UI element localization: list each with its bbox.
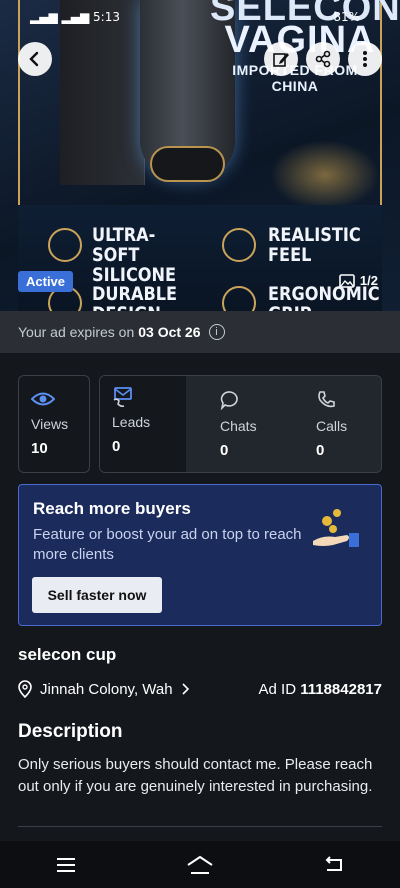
phone-icon: [318, 391, 335, 408]
feature-ultra-soft: ULTRA-SOFT SILICONE: [92, 224, 177, 286]
stat-calls-label: Calls: [316, 418, 348, 434]
expiry-date: 03 Oct 26: [138, 324, 201, 340]
edit-button[interactable]: [264, 42, 298, 76]
image-counter: 1/2: [339, 273, 378, 288]
hero-glow: [270, 140, 380, 210]
realistic-feature-icon: [222, 228, 256, 262]
recent-apps-icon[interactable]: [55, 857, 77, 873]
divider: [18, 826, 382, 827]
stat-views-label: Views: [31, 416, 69, 432]
stat-chats-value: 0: [220, 442, 229, 459]
promo-card: Reach more buyers Feature or boost your …: [18, 484, 382, 626]
stat-calls-value: 0: [316, 442, 325, 459]
feature-ergonomic: ERGONOMIC GRIP: [268, 283, 380, 311]
status-time: 5:13: [93, 10, 120, 24]
ad-image-carousel[interactable]: SELECON VAGINA IMPORTED FROM CHINA ULTRA…: [0, 0, 400, 311]
feature-realistic: REALISTIC FEEL: [268, 224, 361, 266]
ad-id-value: 1118842817: [300, 681, 382, 698]
stat-group: Leads 0 Chats 0 Calls 0: [99, 375, 382, 473]
stat-chats[interactable]: Chats 0: [186, 376, 280, 472]
status-battery: 81%: [333, 10, 360, 24]
chevron-left-icon: [29, 51, 39, 67]
share-icon: [315, 50, 331, 68]
status-badge: Active: [18, 271, 74, 292]
location-pin-icon: [18, 680, 32, 698]
share-button[interactable]: [306, 42, 340, 76]
image-icon: [339, 273, 355, 288]
eye-icon: [31, 392, 55, 406]
more-options-button[interactable]: [348, 42, 382, 76]
product-device-cap: [150, 146, 225, 182]
feature-durable: DURABLE DESIGN: [92, 283, 178, 311]
back-button[interactable]: [18, 42, 52, 76]
ad-location[interactable]: Jinnah Colony, Wah: [18, 680, 189, 698]
ad-expiry-bar: Your ad expires on 03 Oct 26 i: [0, 311, 400, 353]
coins-hand-icon: [313, 509, 359, 547]
leads-icon: [113, 387, 132, 408]
stat-chats-label: Chats: [220, 418, 257, 434]
stat-leads-label: Leads: [112, 414, 151, 430]
ad-id-label: Ad ID: [258, 681, 297, 698]
more-vertical-icon: [363, 51, 367, 67]
status-bar-left: ▂▄▆ ▂▄▆ 5:13: [30, 10, 120, 24]
stat-leads-value: 0: [112, 438, 121, 455]
location-text: Jinnah Colony, Wah: [40, 680, 173, 698]
home-icon[interactable]: [186, 855, 214, 875]
chat-icon: [220, 391, 238, 410]
promo-subtitle: Feature or boost your ad on top to reach…: [33, 526, 302, 563]
edit-icon: [273, 53, 289, 67]
image-counter-text: 1/2: [359, 273, 378, 288]
silicone-feature-icon: [48, 228, 82, 262]
stat-leads[interactable]: Leads 0: [100, 376, 186, 472]
description-text: Only serious buyers should contact me. P…: [18, 756, 373, 795]
ad-id: Ad ID 1118842817: [259, 681, 382, 698]
sell-faster-button[interactable]: Sell faster now: [32, 577, 162, 613]
description-heading: Description: [18, 721, 123, 742]
expiry-label: Your ad expires on: [18, 324, 135, 340]
stat-views[interactable]: Views 10: [18, 375, 90, 473]
ad-stats: Views 10 Leads 0 Chats 0 Calls 0: [18, 375, 382, 473]
back-nav-icon[interactable]: [323, 855, 345, 874]
system-nav-bar: [0, 841, 400, 888]
stat-views-value: 10: [31, 440, 48, 457]
info-icon[interactable]: i: [208, 324, 225, 340]
ad-title: selecon cup: [18, 645, 117, 664]
signal-icon: ▂▄▆ ▂▄▆: [30, 10, 90, 24]
chevron-right-icon: [182, 683, 189, 695]
product-box-image: [60, 0, 145, 185]
stat-calls[interactable]: Calls 0: [280, 376, 374, 472]
